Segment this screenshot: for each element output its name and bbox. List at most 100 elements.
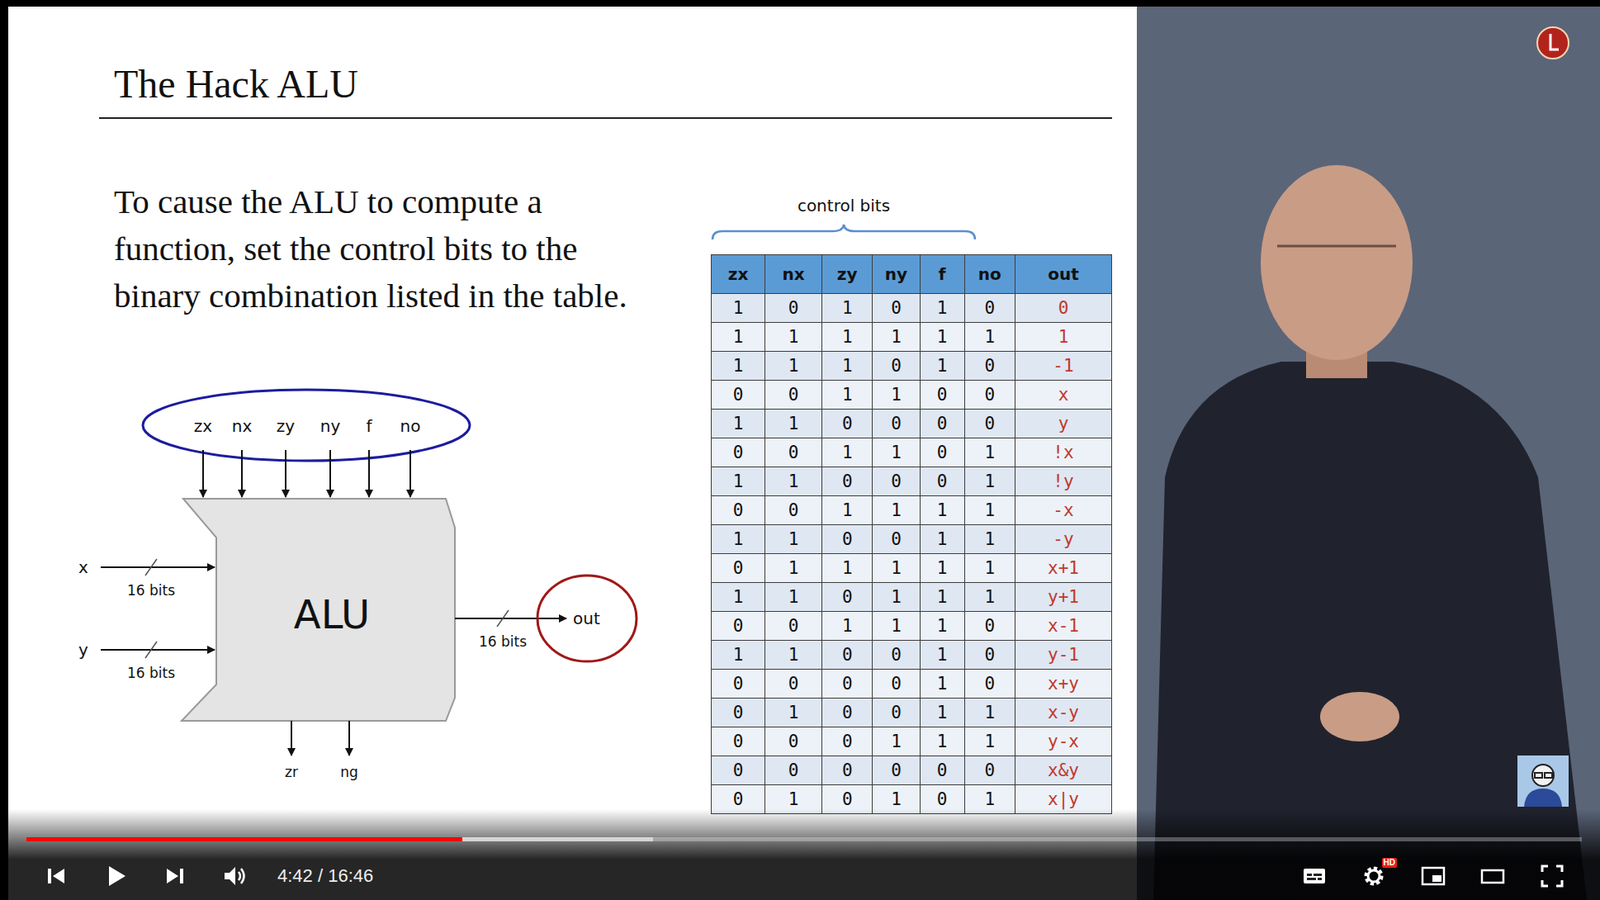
table-cell: 1 <box>822 611 873 641</box>
table-cell: 0 <box>711 611 766 641</box>
bus-width-label: 16 bits <box>127 582 176 599</box>
table-cell: 0 <box>964 380 1015 410</box>
settings-icon[interactable]: HD <box>1353 856 1394 896</box>
brace-label: control bits <box>797 194 890 217</box>
title-rule <box>99 117 1113 119</box>
table-cell: 1 <box>765 351 823 381</box>
table-cell: 0 <box>822 669 873 699</box>
table-cell: 1 <box>822 380 873 410</box>
table-cell: 0 <box>872 756 920 786</box>
table-cell: 1 <box>919 322 965 352</box>
table-cell: 0 <box>964 409 1015 439</box>
next-icon[interactable] <box>155 856 195 896</box>
table-cell: 1 <box>964 496 1015 526</box>
previous-icon[interactable] <box>36 856 76 896</box>
table-cell: 0 <box>765 293 823 323</box>
fullscreen-icon[interactable] <box>1532 856 1572 896</box>
input-arrow <box>100 566 215 569</box>
table-cell: 0 <box>765 669 823 699</box>
table-cell: 0 <box>872 669 920 699</box>
table-cell: 1 <box>919 640 965 670</box>
channel-avatar-icon[interactable] <box>1517 755 1569 807</box>
table-cell: 1 <box>919 727 965 757</box>
table-column: ny <box>872 255 920 294</box>
table-cell: 1 <box>964 698 1015 728</box>
control-label: zx <box>194 416 213 436</box>
table-cell: 1 <box>765 640 823 670</box>
table-cell: 0 <box>872 467 920 497</box>
table-cell: 1 <box>919 611 965 641</box>
table-row: 010011x-y <box>711 698 1113 728</box>
control-label: f <box>365 416 373 436</box>
table-cell: 1 <box>765 409 823 439</box>
table-cell: 1 <box>1015 322 1113 352</box>
progress-bar[interactable] <box>26 837 1582 842</box>
subtitles-icon[interactable] <box>1294 856 1335 896</box>
table-cell: 1 <box>765 467 823 497</box>
alu-block <box>181 498 455 721</box>
table-cell: 1 <box>711 525 766 554</box>
played-fill <box>26 837 463 842</box>
table-cell: 1 <box>919 293 965 323</box>
table-column: zy <box>822 255 873 294</box>
table-cell: 1 <box>964 525 1015 554</box>
table-cell: 0 <box>765 611 823 641</box>
table-cell: 1 <box>964 582 1015 612</box>
table-cell: 1 <box>711 351 766 381</box>
table-cell: 1 <box>872 611 920 641</box>
table-cell: 0 <box>822 525 873 554</box>
table-cell: 1 <box>822 553 873 583</box>
table-cell: 0 <box>765 438 823 468</box>
table-cell: 0 <box>765 727 823 757</box>
table-cell: 1 <box>919 582 965 612</box>
table-cell: 1 <box>711 409 766 439</box>
table-cell: 1 <box>919 553 965 583</box>
table-cell: 0 <box>711 756 766 786</box>
table-row: 110111y+1 <box>711 582 1113 612</box>
table-cell: 0 <box>919 380 965 410</box>
table-cell: 1 <box>964 727 1015 757</box>
presenter-video <box>1136 6 1600 900</box>
table-cell: 0 <box>822 582 873 612</box>
table-column: no <box>964 255 1015 294</box>
table-cell: 1 <box>765 525 823 554</box>
channel-logo-icon[interactable] <box>1536 26 1570 60</box>
alu-diagram: zxnxzynyfnoALUx16 bitsy16 bits16 bitsout… <box>74 377 653 784</box>
table-cell: 0 <box>711 669 766 699</box>
table-cell: 0 <box>822 467 873 497</box>
volume-icon[interactable] <box>214 856 255 896</box>
flag-label: ng <box>340 763 359 781</box>
table-column: f <box>919 255 965 294</box>
table-cell: 0 <box>872 640 920 670</box>
brace-icon <box>710 222 977 242</box>
table-cell: 0 <box>822 409 873 439</box>
theater-mode-icon[interactable] <box>1472 856 1513 896</box>
table-cell: 1 <box>765 582 823 612</box>
table-cell: 1 <box>964 438 1015 468</box>
video-player[interactable]: The Hack ALUTo cause the ALU to compute … <box>0 0 1600 900</box>
flag-arrow <box>290 720 293 756</box>
table-cell: 1 <box>711 467 766 497</box>
table-cell: x-1 <box>1015 611 1113 641</box>
table-cell: 1 <box>872 582 920 612</box>
table-cell: !y <box>1015 467 1113 497</box>
table-cell: 0 <box>822 727 873 757</box>
control-label: zy <box>276 416 295 436</box>
table-cell: -y <box>1015 525 1113 554</box>
table-cell: 0 <box>711 496 766 526</box>
table-cell: 1 <box>711 582 766 612</box>
output-ellipse <box>537 575 637 662</box>
table-cell: 0 <box>765 756 823 786</box>
bus-width-label: 16 bits <box>478 633 527 650</box>
play-icon[interactable] <box>95 856 136 896</box>
table-cell: 1 <box>964 322 1015 352</box>
table-cell: 1 <box>964 467 1015 497</box>
miniplayer-icon[interactable] <box>1413 856 1454 896</box>
flag-label: zr <box>284 763 299 781</box>
table-cell: 1 <box>765 322 823 352</box>
hd-badge: HD <box>1382 857 1397 868</box>
output-arrow <box>454 617 567 620</box>
table-row: 001111-x <box>711 496 1113 526</box>
slide-title: The Hack ALU <box>113 61 1113 108</box>
output-label: out <box>572 608 601 629</box>
